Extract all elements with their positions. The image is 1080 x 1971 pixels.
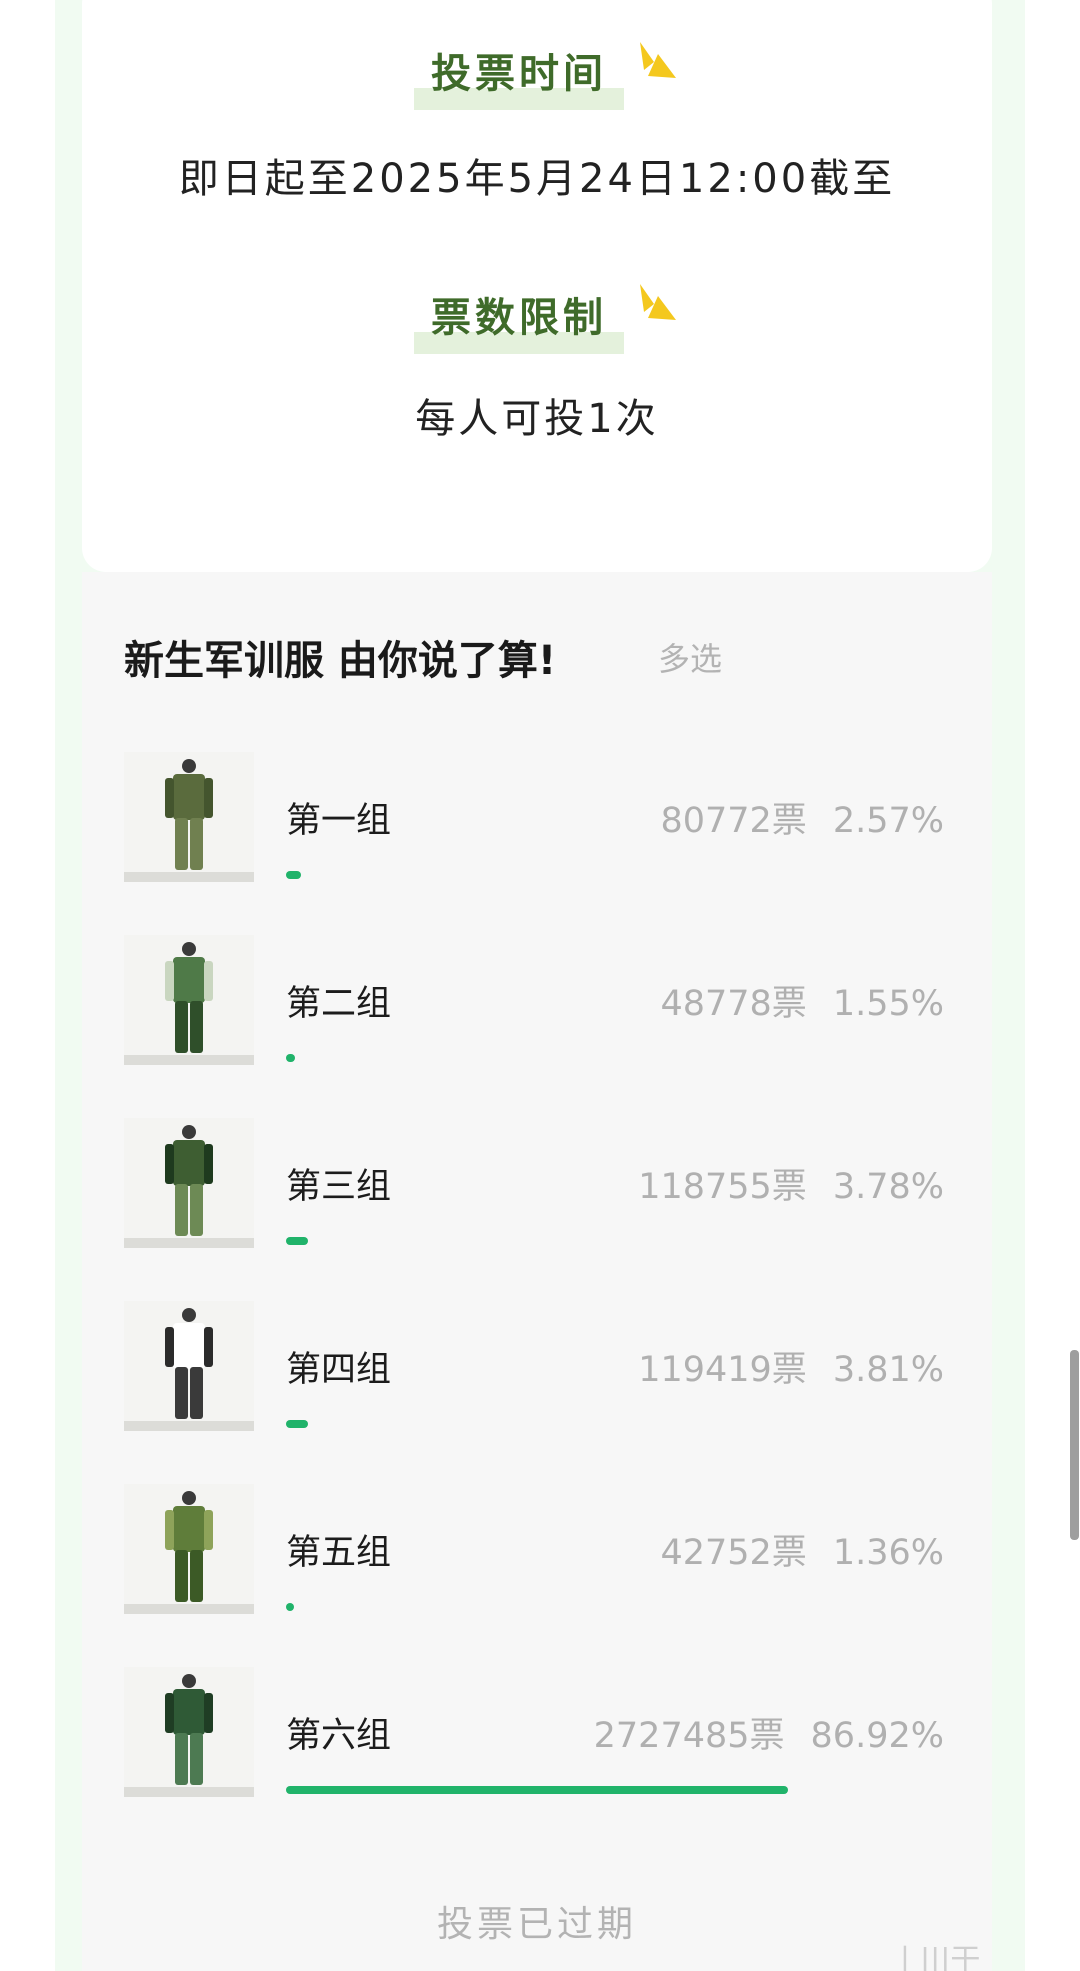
- option-votes: 119419票: [638, 1350, 807, 1390]
- uniform-thumbnail[interactable]: [124, 1484, 254, 1614]
- uniform-photo-icon: [124, 1118, 254, 1248]
- option-progress-bar: [286, 1786, 789, 1794]
- uniform-photo-icon: [124, 1301, 254, 1431]
- option-votes: 80772票: [660, 801, 807, 841]
- uniform-photo-icon: [124, 935, 254, 1065]
- option-percent: 1.36%: [832, 1533, 944, 1573]
- option-name: 第五组: [286, 1533, 392, 1573]
- vote-title: 新生军训服 由你说了算!: [124, 638, 557, 684]
- vote-limit-heading: 票数限制: [414, 290, 624, 354]
- vote-time-text: 即日起至2025年5月24日12:00截至: [178, 156, 896, 202]
- scrollbar[interactable]: [1070, 1350, 1079, 1540]
- option-stats: 118755票 3.78%: [638, 1158, 944, 1209]
- vote-limit-text: 每人可投1次: [415, 396, 659, 442]
- option-progress-bar: [286, 871, 301, 879]
- uniform-thumbnail[interactable]: [124, 752, 254, 882]
- option-votes: 48778票: [660, 984, 807, 1024]
- uniform-thumbnail[interactable]: [124, 935, 254, 1065]
- vote-time-heading: 投票时间: [414, 46, 624, 110]
- option-percent: 1.55%: [832, 984, 944, 1024]
- vote-mode-label: 多选: [658, 640, 723, 678]
- option-progress-track: [286, 1054, 864, 1062]
- option-progress-track: [286, 1237, 864, 1245]
- option-progress-bar: [286, 1237, 308, 1245]
- option-stats: 48778票 1.55%: [660, 975, 944, 1026]
- sparkle-icon: [640, 42, 676, 78]
- sparkle-icon: [640, 284, 676, 320]
- option-progress-track: [286, 871, 864, 879]
- option-votes: 42752票: [660, 1533, 807, 1573]
- vote-expired-label: 投票已过期: [436, 1904, 637, 1945]
- vote-page: 投票时间 即日起至2025年5月24日12:00截至 票数限制 每人可投1次 新…: [0, 0, 1080, 1971]
- uniform-thumbnail[interactable]: [124, 1118, 254, 1248]
- option-percent: 2.57%: [832, 801, 944, 841]
- uniform-photo-icon: [124, 1667, 254, 1797]
- option-stats: 42752票 1.36%: [660, 1524, 944, 1575]
- uniform-thumbnail[interactable]: [124, 1667, 254, 1797]
- watermark: 〡|||干: [890, 1943, 981, 1971]
- option-percent: 3.78%: [832, 1167, 944, 1207]
- vote-option[interactable]: 第五组 42752票 1.36%: [124, 1484, 944, 1616]
- vote-option[interactable]: 第二组 48778票 1.55%: [124, 935, 944, 1067]
- option-stats: 2727485票 86.92%: [594, 1707, 944, 1758]
- option-percent: 86.92%: [810, 1716, 944, 1756]
- option-progress-bar: [286, 1420, 309, 1428]
- option-progress-track: [286, 1786, 864, 1794]
- option-name: 第四组: [286, 1350, 392, 1390]
- vote-option[interactable]: 第一组 80772票 2.57%: [124, 752, 944, 884]
- vote-option[interactable]: 第四组 119419票 3.81%: [124, 1301, 944, 1433]
- option-name: 第一组: [286, 801, 392, 841]
- option-percent: 3.81%: [832, 1350, 944, 1390]
- uniform-thumbnail[interactable]: [124, 1301, 254, 1431]
- option-name: 第三组: [286, 1167, 392, 1207]
- option-progress-bar: [286, 1054, 295, 1062]
- uniform-photo-icon: [124, 1484, 254, 1614]
- vote-time-heading-text: 投票时间: [431, 51, 607, 97]
- vote-option[interactable]: 第六组 2727485票 86.92%: [124, 1667, 944, 1799]
- uniform-photo-icon: [124, 752, 254, 882]
- vote-limit-heading-text: 票数限制: [431, 295, 607, 341]
- vote-option[interactable]: 第三组 118755票 3.78%: [124, 1118, 944, 1250]
- option-name: 第二组: [286, 984, 392, 1024]
- option-votes: 2727485票: [593, 1716, 785, 1756]
- option-progress-track: [286, 1420, 864, 1428]
- option-progress-bar: [286, 1603, 294, 1611]
- option-name: 第六组: [286, 1716, 392, 1756]
- option-votes: 118755票: [638, 1167, 807, 1207]
- option-progress-track: [286, 1603, 864, 1611]
- option-stats: 80772票 2.57%: [660, 792, 944, 843]
- option-stats: 119419票 3.81%: [638, 1341, 944, 1392]
